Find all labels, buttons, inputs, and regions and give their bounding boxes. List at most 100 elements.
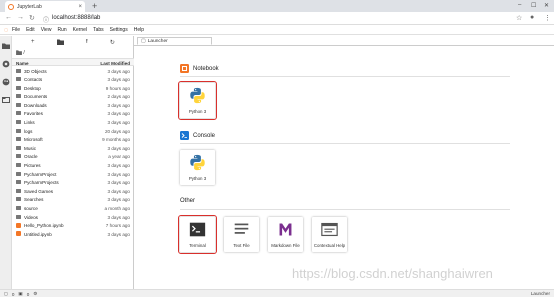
- file-list: 3D Objects 3 days ago Contacts 3 days ago De…: [12, 67, 134, 239]
- console-python3-card[interactable]: Python 3: [180, 150, 215, 185]
- folder-row[interactable]: Saved Games 3 days ago: [12, 187, 134, 196]
- file-modified: 2 days ago: [107, 94, 130, 100]
- file-name: Searches: [24, 197, 44, 203]
- menu-help[interactable]: Help: [134, 27, 144, 33]
- forward-icon[interactable]: →: [17, 14, 24, 21]
- file-modified: 3 days ago: [107, 231, 130, 237]
- markdown-file-label: Markdown File: [271, 243, 300, 248]
- terminal-count[interactable]: 0: [12, 292, 15, 297]
- settings-icon[interactable]: ⚙: [33, 291, 37, 297]
- section-divider: [180, 143, 510, 144]
- folder-row[interactable]: logs 20 days ago: [12, 127, 134, 136]
- file-name: logs: [24, 128, 33, 134]
- notebook-icon: [16, 231, 21, 237]
- breadcrumb-path: /: [23, 50, 25, 56]
- menu-file[interactable]: File: [12, 27, 20, 33]
- maximize-icon[interactable]: ☐: [531, 2, 536, 9]
- minimize-icon[interactable]: –: [518, 2, 521, 8]
- column-modified-header[interactable]: Last Modified: [100, 61, 130, 66]
- text-file-card[interactable]: Text File: [224, 217, 259, 252]
- file-name: PycharmProject: [24, 171, 57, 177]
- folder-icon: [16, 137, 21, 142]
- folder-row[interactable]: Pictures 3 days ago: [12, 162, 134, 171]
- browser-tab[interactable]: JupyterLab ×: [5, 1, 85, 12]
- upload-icon[interactable]: ⭱: [86, 37, 88, 47]
- reload-icon[interactable]: ↻: [29, 14, 35, 22]
- mode-toggle-icon[interactable]: ◻: [4, 291, 8, 297]
- new-folder-icon[interactable]: [56, 39, 64, 45]
- profile-icon[interactable]: ●: [530, 14, 534, 21]
- close-tab-icon[interactable]: ×: [78, 4, 82, 10]
- status-left: ◻ 0 ▣ 0 ⚙: [4, 291, 37, 297]
- file-row[interactable]: Hello_Python.ipynb 7 hours ago: [12, 222, 134, 231]
- more-menu-icon[interactable]: ⋮: [544, 14, 551, 22]
- launcher: Notebook Python 3 Console Python 3 Other…: [134, 46, 554, 289]
- file-name: Documents: [24, 94, 48, 100]
- folder-row[interactable]: Desktop 9 hours ago: [12, 84, 134, 93]
- folder-row[interactable]: PycharmProjects 3 days ago: [12, 179, 134, 188]
- palette-icon[interactable]: [2, 78, 10, 86]
- new-tab-button[interactable]: +: [92, 1, 97, 11]
- menu-tabs[interactable]: Tabs: [93, 27, 104, 33]
- text-file-label: Text File: [233, 243, 250, 248]
- refresh-icon[interactable]: ↻: [110, 39, 115, 46]
- folder-icon: [16, 145, 21, 150]
- menu-settings[interactable]: Settings: [110, 27, 128, 33]
- breadcrumb[interactable]: /: [16, 50, 25, 56]
- column-name-header[interactable]: Name: [16, 61, 29, 66]
- file-modified: 9 months ago: [102, 137, 130, 143]
- folder-icon: [16, 50, 22, 56]
- terminal-card[interactable]: Terminal: [178, 215, 217, 254]
- menu-kernel[interactable]: Kernel: [73, 27, 87, 33]
- menu-run[interactable]: Run: [57, 27, 66, 33]
- site-info-icon[interactable]: ⓘ: [43, 15, 49, 24]
- bookmark-star-icon[interactable]: ☆: [516, 14, 522, 22]
- running-sessions-icon[interactable]: [2, 60, 10, 68]
- folder-row[interactable]: Downloads 3 days ago: [12, 101, 134, 110]
- back-icon[interactable]: ←: [5, 14, 12, 21]
- file-row[interactable]: Untitled.ipynb 3 days ago: [12, 230, 134, 239]
- folder-row[interactable]: Links 3 days ago: [12, 119, 134, 128]
- folder-icon: [16, 197, 21, 202]
- close-window-icon[interactable]: ✕: [544, 2, 549, 9]
- notebook-python3-card[interactable]: Python 3: [178, 81, 217, 120]
- watermark: https://blog.csdn.net/shanghaiwren: [292, 266, 493, 281]
- tabs-icon[interactable]: [2, 96, 10, 104]
- folder-row[interactable]: Documents 2 days ago: [12, 93, 134, 102]
- terminal-icon: [189, 222, 206, 237]
- folder-row[interactable]: Music 3 days ago: [12, 144, 134, 153]
- folder-row[interactable]: PycharmProject 3 days ago: [12, 170, 134, 179]
- folder-row[interactable]: Searches 3 days ago: [12, 196, 134, 205]
- file-modified: a month ago: [104, 206, 130, 211]
- markdown-file-card[interactable]: Markdown File: [268, 217, 303, 252]
- menu-edit[interactable]: Edit: [26, 27, 35, 33]
- kernel-count[interactable]: 0: [27, 292, 30, 297]
- console-section-icon: [180, 131, 189, 140]
- folder-row[interactable]: Microsoft 9 months ago: [12, 136, 134, 145]
- folder-row[interactable]: 3D Objects 3 days ago: [12, 67, 134, 76]
- folder-icon[interactable]: [2, 42, 10, 50]
- terminal-label: Terminal: [189, 243, 206, 248]
- contextual-help-card[interactable]: Contextual Help: [312, 217, 347, 252]
- file-modified: 3 days ago: [107, 120, 130, 126]
- text-file-icon: [234, 223, 249, 234]
- folder-row[interactable]: Oracle a year ago: [12, 153, 134, 162]
- file-modified: a year ago: [108, 154, 130, 160]
- section-divider: [180, 76, 510, 77]
- new-launcher-icon[interactable]: +: [31, 39, 35, 45]
- menu-view[interactable]: View: [41, 27, 52, 33]
- folder-icon: [16, 94, 21, 99]
- file-name: Videos: [24, 214, 38, 220]
- folder-icon: [16, 77, 21, 82]
- folder-row[interactable]: Favorites 3 days ago: [12, 110, 134, 119]
- notebook-section-icon: [180, 64, 189, 73]
- folder-icon: [16, 180, 21, 185]
- tab-launcher[interactable]: ▢ Launcher: [137, 37, 212, 45]
- folder-row[interactable]: Contacts 3 days ago: [12, 76, 134, 85]
- url-field[interactable]: localhost:8888/lab: [52, 15, 100, 21]
- status-launcher: Launcher: [530, 291, 550, 296]
- folder-row[interactable]: Videos 3 days ago: [12, 213, 134, 222]
- file-name: Downloads: [24, 102, 47, 108]
- folder-row[interactable]: source a month ago: [12, 205, 134, 214]
- file-name: Microsoft: [24, 137, 43, 143]
